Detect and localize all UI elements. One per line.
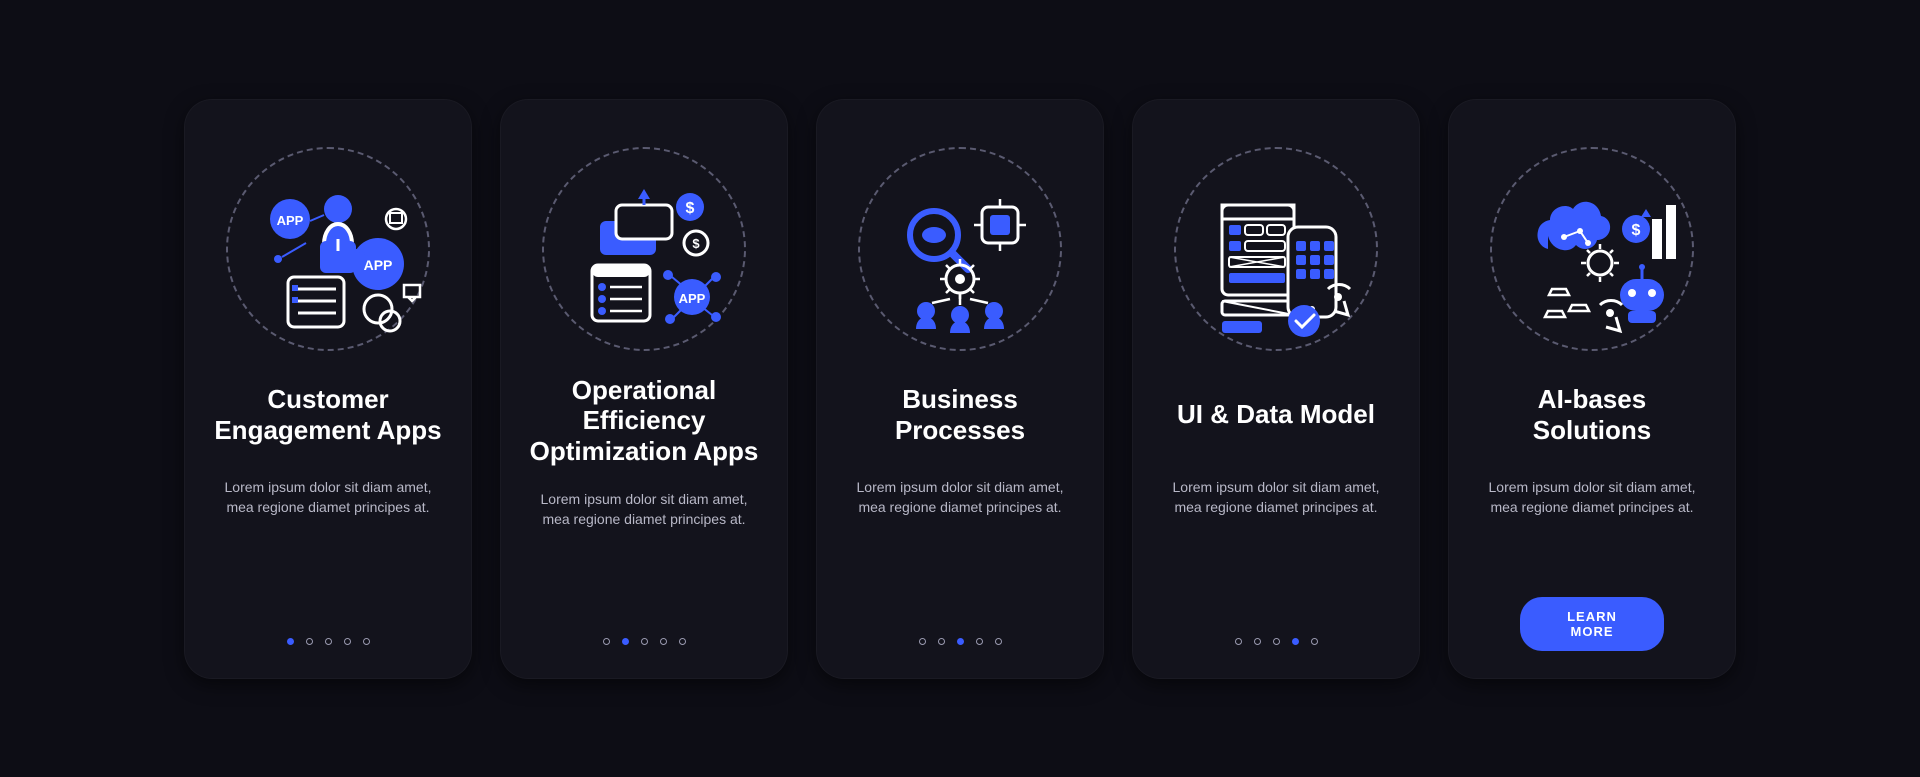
- card-title: AI-bases Solutions: [1476, 375, 1708, 455]
- dot-indicator[interactable]: [995, 638, 1002, 645]
- dot-indicator[interactable]: [306, 638, 313, 645]
- pagination-dots: [816, 638, 1104, 645]
- card-description: Lorem ipsum dolor sit diam amet, mea reg…: [844, 477, 1076, 518]
- onboarding-card-1: APP APP Customer Engagement Apps Lorem i…: [184, 99, 472, 679]
- dot-indicator[interactable]: [603, 638, 610, 645]
- business-processes-icon: [858, 147, 1062, 351]
- svg-text:APP: APP: [364, 257, 393, 273]
- pagination-dots: [1132, 638, 1420, 645]
- dot-indicator[interactable]: [957, 638, 964, 645]
- svg-text:$: $: [692, 236, 700, 251]
- svg-text:$: $: [686, 200, 695, 217]
- customer-engagement-icon: APP APP: [226, 147, 430, 351]
- card-description: Lorem ipsum dolor sit diam amet, mea reg…: [528, 489, 760, 530]
- dot-indicator[interactable]: [1254, 638, 1261, 645]
- dot-indicator[interactable]: [679, 638, 686, 645]
- dot-indicator[interactable]: [1235, 638, 1242, 645]
- dot-indicator[interactable]: [287, 638, 294, 645]
- card-description: Lorem ipsum dolor sit diam amet, mea reg…: [1476, 477, 1708, 518]
- onboarding-card-5: $ AI-bases Solutions Lorem ipsum dolor s…: [1448, 99, 1736, 679]
- svg-text:APP: APP: [277, 213, 304, 228]
- operational-efficiency-icon: $ $ APP: [542, 147, 746, 351]
- card-title: Customer Engagement Apps: [212, 375, 444, 455]
- dot-indicator[interactable]: [325, 638, 332, 645]
- pagination-dots: [184, 638, 472, 645]
- dot-indicator[interactable]: [976, 638, 983, 645]
- card-title: Operational Efficiency Optimization Apps: [528, 375, 760, 467]
- dot-indicator[interactable]: [660, 638, 667, 645]
- card-description: Lorem ipsum dolor sit diam amet, mea reg…: [212, 477, 444, 518]
- ai-solutions-icon: $: [1490, 147, 1694, 351]
- onboarding-card-4: UI & Data Model Lorem ipsum dolor sit di…: [1132, 99, 1420, 679]
- svg-text:$: $: [1632, 222, 1641, 239]
- dot-indicator[interactable]: [938, 638, 945, 645]
- card-description: Lorem ipsum dolor sit diam amet, mea reg…: [1160, 477, 1392, 518]
- dot-indicator[interactable]: [1311, 638, 1318, 645]
- card-title: UI & Data Model: [1177, 375, 1375, 455]
- onboarding-card-2: $ $ APP Operational Efficiency Optimizat…: [500, 99, 788, 679]
- onboarding-card-3: Business Processes Lorem ipsum dolor sit…: [816, 99, 1104, 679]
- dot-indicator[interactable]: [1292, 638, 1299, 645]
- dot-indicator[interactable]: [344, 638, 351, 645]
- dot-indicator[interactable]: [622, 638, 629, 645]
- dot-indicator[interactable]: [641, 638, 648, 645]
- learn-more-button[interactable]: LEARN MORE: [1520, 597, 1664, 651]
- dot-indicator[interactable]: [363, 638, 370, 645]
- pagination-dots: [500, 638, 788, 645]
- ui-data-model-icon: [1174, 147, 1378, 351]
- dot-indicator[interactable]: [1273, 638, 1280, 645]
- card-title: Business Processes: [844, 375, 1076, 455]
- svg-text:APP: APP: [679, 291, 706, 306]
- dot-indicator[interactable]: [919, 638, 926, 645]
